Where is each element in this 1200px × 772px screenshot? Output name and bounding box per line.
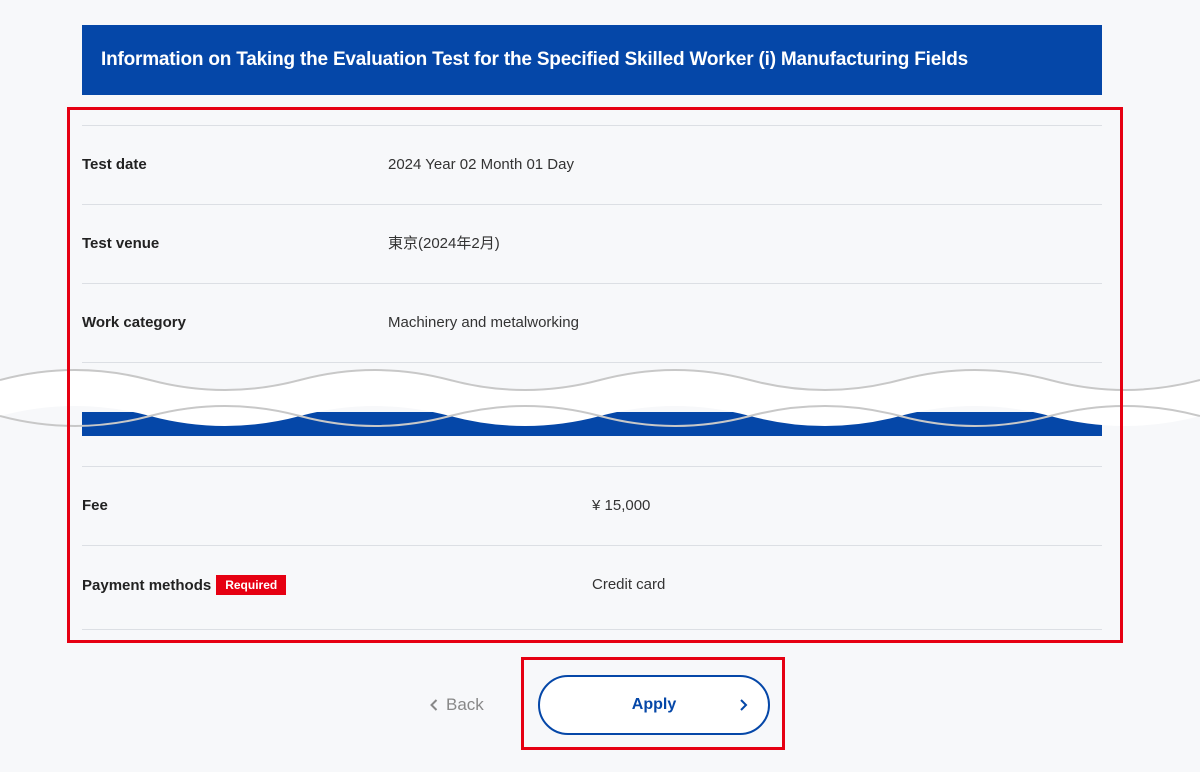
apply-button[interactable]: Apply [538, 675, 770, 735]
payment-methods-value: Credit card [592, 576, 666, 593]
required-badge: Required [216, 575, 287, 595]
work-category-label: Work category [82, 314, 186, 331]
apply-label: Apply [631, 696, 677, 713]
row-divider [82, 125, 1102, 126]
row-divider [82, 545, 1102, 546]
page-header: Information on Taking the Evaluation Tes… [82, 25, 1102, 95]
test-venue-value: 東京(2024年2月) [388, 235, 500, 252]
fee-label: Fee [82, 497, 108, 514]
row-divider [82, 629, 1102, 630]
payment-methods-label: Payment methods Required [82, 575, 287, 596]
back-label: Back [446, 695, 484, 714]
chevron-left-icon [430, 699, 438, 711]
fee-value: ¥ 15,000 [592, 497, 651, 514]
test-date-label: Test date [82, 156, 147, 173]
payment-methods-label-text: Payment methods [82, 577, 212, 594]
chevron-right-icon [740, 699, 748, 711]
test-venue-label: Test venue [82, 235, 160, 252]
section-cut-wave [0, 369, 1200, 436]
work-category-value: Machinery and metalworking [388, 314, 579, 331]
page-title: Information on Taking the Evaluation Tes… [101, 49, 968, 70]
test-date-value: 2024 Year 02 Month 01 Day [388, 156, 574, 173]
row-divider [82, 283, 1102, 284]
row-divider [82, 204, 1102, 205]
back-button[interactable]: Back [430, 694, 484, 716]
row-divider [82, 466, 1102, 467]
